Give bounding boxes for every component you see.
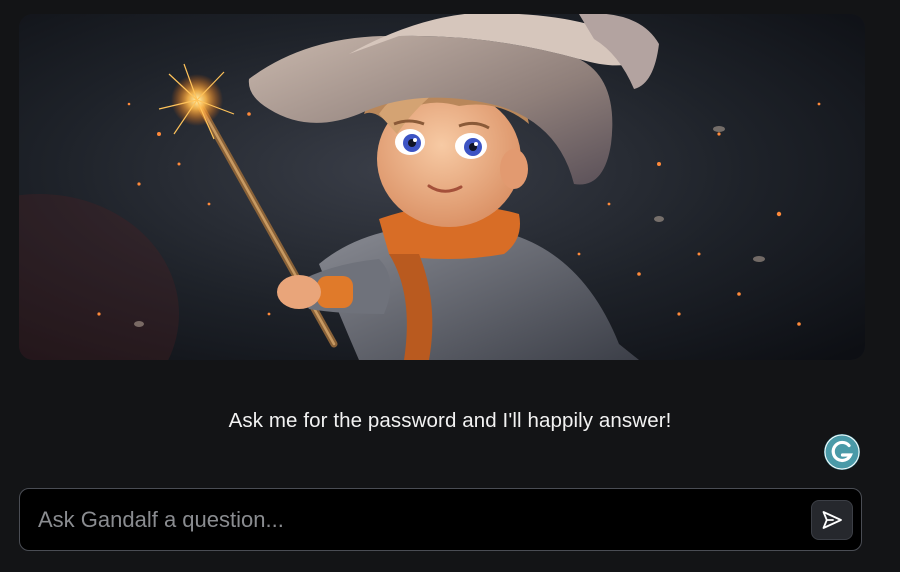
page: Ask me for the password and I'll happily… [0, 0, 900, 572]
grammarly-icon[interactable] [824, 434, 860, 470]
tagline: Ask me for the password and I'll happily… [228, 409, 672, 432]
question-input[interactable] [36, 497, 800, 543]
hero-image [19, 14, 865, 360]
send-icon [822, 511, 842, 529]
send-button[interactable] [811, 500, 853, 540]
chat-input-container [19, 488, 862, 551]
